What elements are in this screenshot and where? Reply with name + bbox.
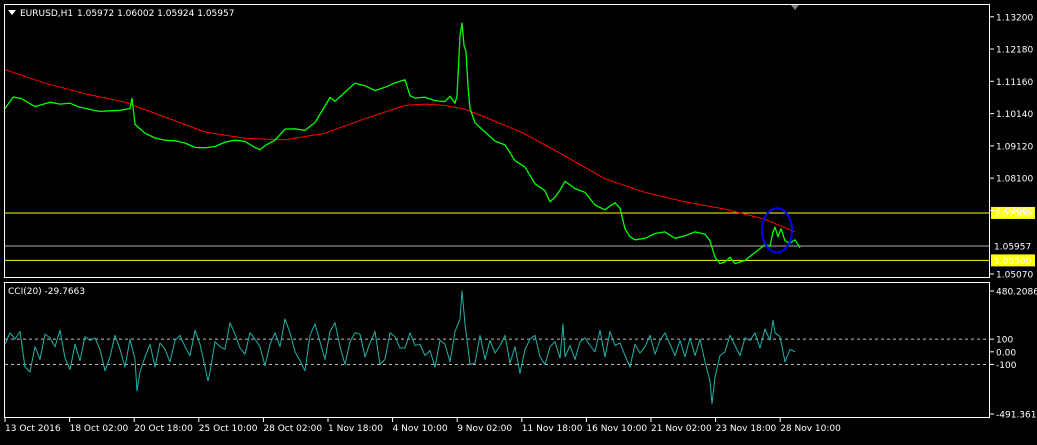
price-tick-label: 1.09120 (996, 142, 1033, 152)
cci-tick-label: -100 (996, 361, 1017, 371)
time-tick-label: 4 Nov 10:00 (393, 424, 448, 434)
cci-tick-label: 0.00 (996, 348, 1016, 358)
symbol-label: EURUSD,H1 (20, 9, 73, 19)
time-tick-label: 11 Nov 18:00 (522, 424, 583, 434)
time-tick-label: 18 Oct 02:00 (70, 424, 129, 434)
time-tick-label: 13 Oct 2016 (5, 424, 61, 434)
price-tick-label: 1.11160 (996, 78, 1033, 88)
time-tick-label: 25 Oct 10:00 (199, 424, 258, 434)
price-tick-label: 1.07080 (996, 207, 1033, 217)
time-tick-label: 16 Nov 10:00 (586, 424, 647, 434)
time-tick-label: 28 Oct 02:00 (263, 424, 322, 434)
price-tick-label: 1.12180 (996, 46, 1033, 56)
time-tick-label: 23 Nov 18:00 (716, 424, 777, 434)
price-line-label: 1.05500 (994, 257, 1031, 267)
price-tick-label: 1.05070 (996, 271, 1033, 281)
cci-tick-label: -491.3611 (996, 411, 1037, 421)
cci-tick-label: 100 (996, 336, 1013, 346)
time-tick-label: 9 Nov 02:00 (457, 424, 512, 434)
price-tick-label: 1.13200 (996, 13, 1033, 23)
price-axis: 1.070001.055001.059571.132001.121801.111… (990, 13, 1035, 281)
time-tick-label: 20 Oct 18:00 (134, 424, 193, 434)
indicator-label: CCI(20) -29.7663 (8, 287, 85, 297)
ohlc-values: 1.05972 1.06002 1.05924 1.05957 (77, 9, 234, 19)
time-tick-label: 1 Nov 18:00 (328, 424, 383, 434)
price-tick-label: 1.08100 (996, 175, 1033, 185)
price-tick-label: 1.10140 (996, 110, 1033, 120)
cci-tick-label: 480.2086 (996, 288, 1037, 298)
trading-chart[interactable]: 1.07000 1.05500 1.05957 1.13200 1.12180 1.111… (0, 0, 1037, 441)
chart-background (0, 0, 1037, 441)
price-line-label: 1.05957 (994, 242, 1031, 252)
time-tick-label: 28 Nov 10:00 (780, 424, 841, 434)
time-tick-label: 21 Nov 02:00 (651, 424, 712, 434)
